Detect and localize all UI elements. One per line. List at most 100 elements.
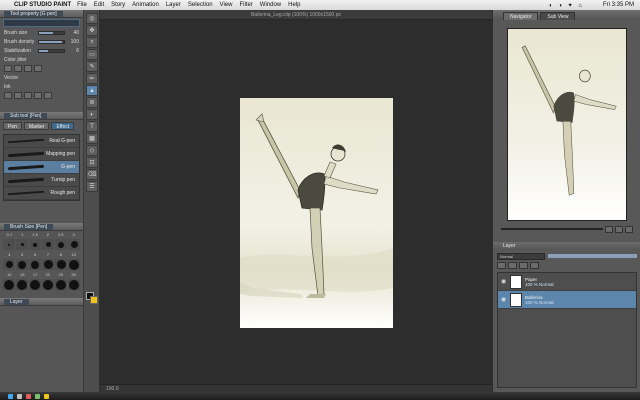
size-option[interactable] [16, 239, 28, 250]
brush-size-slider[interactable] [38, 30, 65, 35]
size-option[interactable] [55, 239, 67, 250]
ruler-tool-icon[interactable]: ☰ [86, 181, 98, 192]
option-button[interactable] [44, 92, 52, 99]
correct-line-tool-icon[interactable]: ⌫ [86, 169, 98, 180]
app-dock-icon[interactable] [26, 393, 31, 399]
pen-tool-icon[interactable]: ✏ [86, 73, 98, 84]
tab-navigator[interactable]: Navigator [503, 12, 539, 20]
subtool-chip-effect[interactable]: Effect [51, 122, 75, 130]
option-button[interactable] [14, 92, 22, 99]
size-option[interactable] [68, 279, 80, 290]
menubar-clock[interactable]: Fri 3:35 PM [603, 2, 634, 8]
property-color-jitter[interactable]: Color jitter [0, 55, 83, 64]
zoom-out-button[interactable] [605, 225, 613, 233]
size-option[interactable] [29, 279, 41, 290]
text-tool-icon[interactable]: T [86, 121, 98, 132]
layer-panel-title[interactable]: Layer [503, 243, 516, 249]
tool-property-title[interactable]: Tool property [G pen] [4, 10, 63, 17]
option-button[interactable] [34, 92, 42, 99]
layer-opacity-slider[interactable] [548, 254, 637, 258]
delete-layer-button[interactable] [530, 262, 539, 269]
canvas-paper[interactable] [240, 98, 393, 328]
menu-selection[interactable]: Selection [188, 2, 213, 8]
fill-tool-icon[interactable]: ◇ [86, 145, 98, 156]
tab-sub-view[interactable]: Sub View [540, 12, 576, 20]
app-dock-icon[interactable] [35, 393, 40, 399]
brush-item[interactable]: Turnip pen [4, 174, 79, 187]
zoom-tool-icon[interactable]: ◎ [86, 13, 98, 24]
navigator-preview[interactable] [507, 28, 627, 221]
subtool-chip-marker[interactable]: Marker [23, 122, 50, 130]
visibility-eye-icon[interactable]: ◉ [501, 297, 507, 303]
brush-density-slider[interactable] [38, 39, 65, 44]
property-brush-density[interactable]: Brush density 100 [0, 37, 83, 46]
document-tab[interactable]: Ballerina_Leg.clip (100%) 1000x1500 px [100, 10, 492, 20]
gradient-tool-icon[interactable]: ⊡ [86, 157, 98, 168]
option-button[interactable] [34, 65, 42, 72]
menu-story[interactable]: Story [111, 2, 125, 8]
lasso-tool-icon[interactable]: ⌕ [86, 37, 98, 48]
tool-preset-bar[interactable] [3, 19, 80, 27]
zoom-in-button[interactable] [615, 225, 623, 233]
size-option[interactable] [3, 279, 15, 290]
menu-window[interactable]: Window [260, 2, 281, 8]
sub-color-swatch[interactable] [90, 296, 98, 304]
app-dock-icon[interactable] [17, 393, 22, 399]
eyedropper-tool-icon[interactable]: ✎ [86, 61, 98, 72]
selection-tool-icon[interactable]: ▭ [86, 49, 98, 60]
app-dock-icon[interactable] [44, 393, 49, 399]
visibility-eye-icon[interactable]: ◉ [501, 279, 507, 285]
property-vector[interactable]: Vector [0, 73, 83, 82]
brush-item[interactable]: Mapping pen [4, 148, 79, 161]
size-option[interactable] [29, 239, 41, 250]
move-tool-icon[interactable]: ✥ [86, 25, 98, 36]
brush-item-selected[interactable]: G-pen [4, 161, 79, 174]
menu-help[interactable]: Help [288, 2, 300, 8]
menu-edit[interactable]: Edit [94, 2, 104, 8]
menu-animation[interactable]: Animation [132, 2, 159, 8]
subtool-chip-pen[interactable]: Pen [3, 122, 22, 130]
brush-item[interactable]: Real G-pen [4, 135, 79, 148]
option-button[interactable] [24, 92, 32, 99]
option-button[interactable] [4, 92, 12, 99]
size-option[interactable] [68, 239, 80, 250]
blend-tool-icon[interactable]: ◐ [86, 109, 98, 120]
menu-filter[interactable]: Filter [239, 2, 252, 8]
property-stabilization[interactable]: Stabilization 6 [0, 46, 83, 55]
option-button[interactable] [4, 65, 12, 72]
option-button[interactable] [24, 65, 32, 72]
pencil-tool-icon[interactable]: ▲ [86, 85, 98, 96]
stabilization-slider[interactable] [38, 48, 65, 53]
size-option[interactable] [42, 259, 54, 270]
frame-tool-icon[interactable]: ▦ [86, 133, 98, 144]
layer-mini-title[interactable]: Layer [4, 298, 29, 305]
size-option[interactable] [3, 239, 15, 250]
size-option[interactable] [42, 279, 54, 290]
brush-size-title[interactable]: Brush Size [Pen] [4, 223, 54, 230]
size-option[interactable] [42, 239, 54, 250]
new-vector-layer-button[interactable] [508, 262, 517, 269]
status-tray[interactable]: ◐ ◑ ✦ ⌂ [549, 2, 584, 9]
size-option[interactable] [55, 279, 67, 290]
subtool-title[interactable]: Sub tool [Pen] [4, 112, 48, 119]
eraser-tool-icon[interactable]: ⊘ [86, 97, 98, 108]
menu-file[interactable]: File [77, 2, 87, 8]
app-menu[interactable]: CLIP STUDIO PAINT [14, 2, 71, 8]
size-option[interactable] [16, 259, 28, 270]
property-ink[interactable]: Ink [0, 82, 83, 91]
finder-dock-icon[interactable] [8, 393, 13, 399]
zoom-slider[interactable] [501, 228, 603, 230]
menu-layer[interactable]: Layer [166, 2, 181, 8]
size-option[interactable] [68, 259, 80, 270]
size-option[interactable] [16, 279, 28, 290]
brush-item[interactable]: Rough pen [4, 187, 79, 200]
size-option[interactable] [29, 259, 41, 270]
property-brush-size[interactable]: Brush size 40 [0, 28, 83, 37]
new-layer-button[interactable] [497, 262, 506, 269]
layer-row-paper[interactable]: ◉ Paper 100 % Normal [498, 273, 636, 291]
size-option[interactable] [3, 259, 15, 270]
layer-folder-button[interactable] [519, 262, 528, 269]
option-button[interactable] [14, 65, 22, 72]
menu-view[interactable]: View [220, 2, 233, 8]
size-option[interactable] [55, 259, 67, 270]
